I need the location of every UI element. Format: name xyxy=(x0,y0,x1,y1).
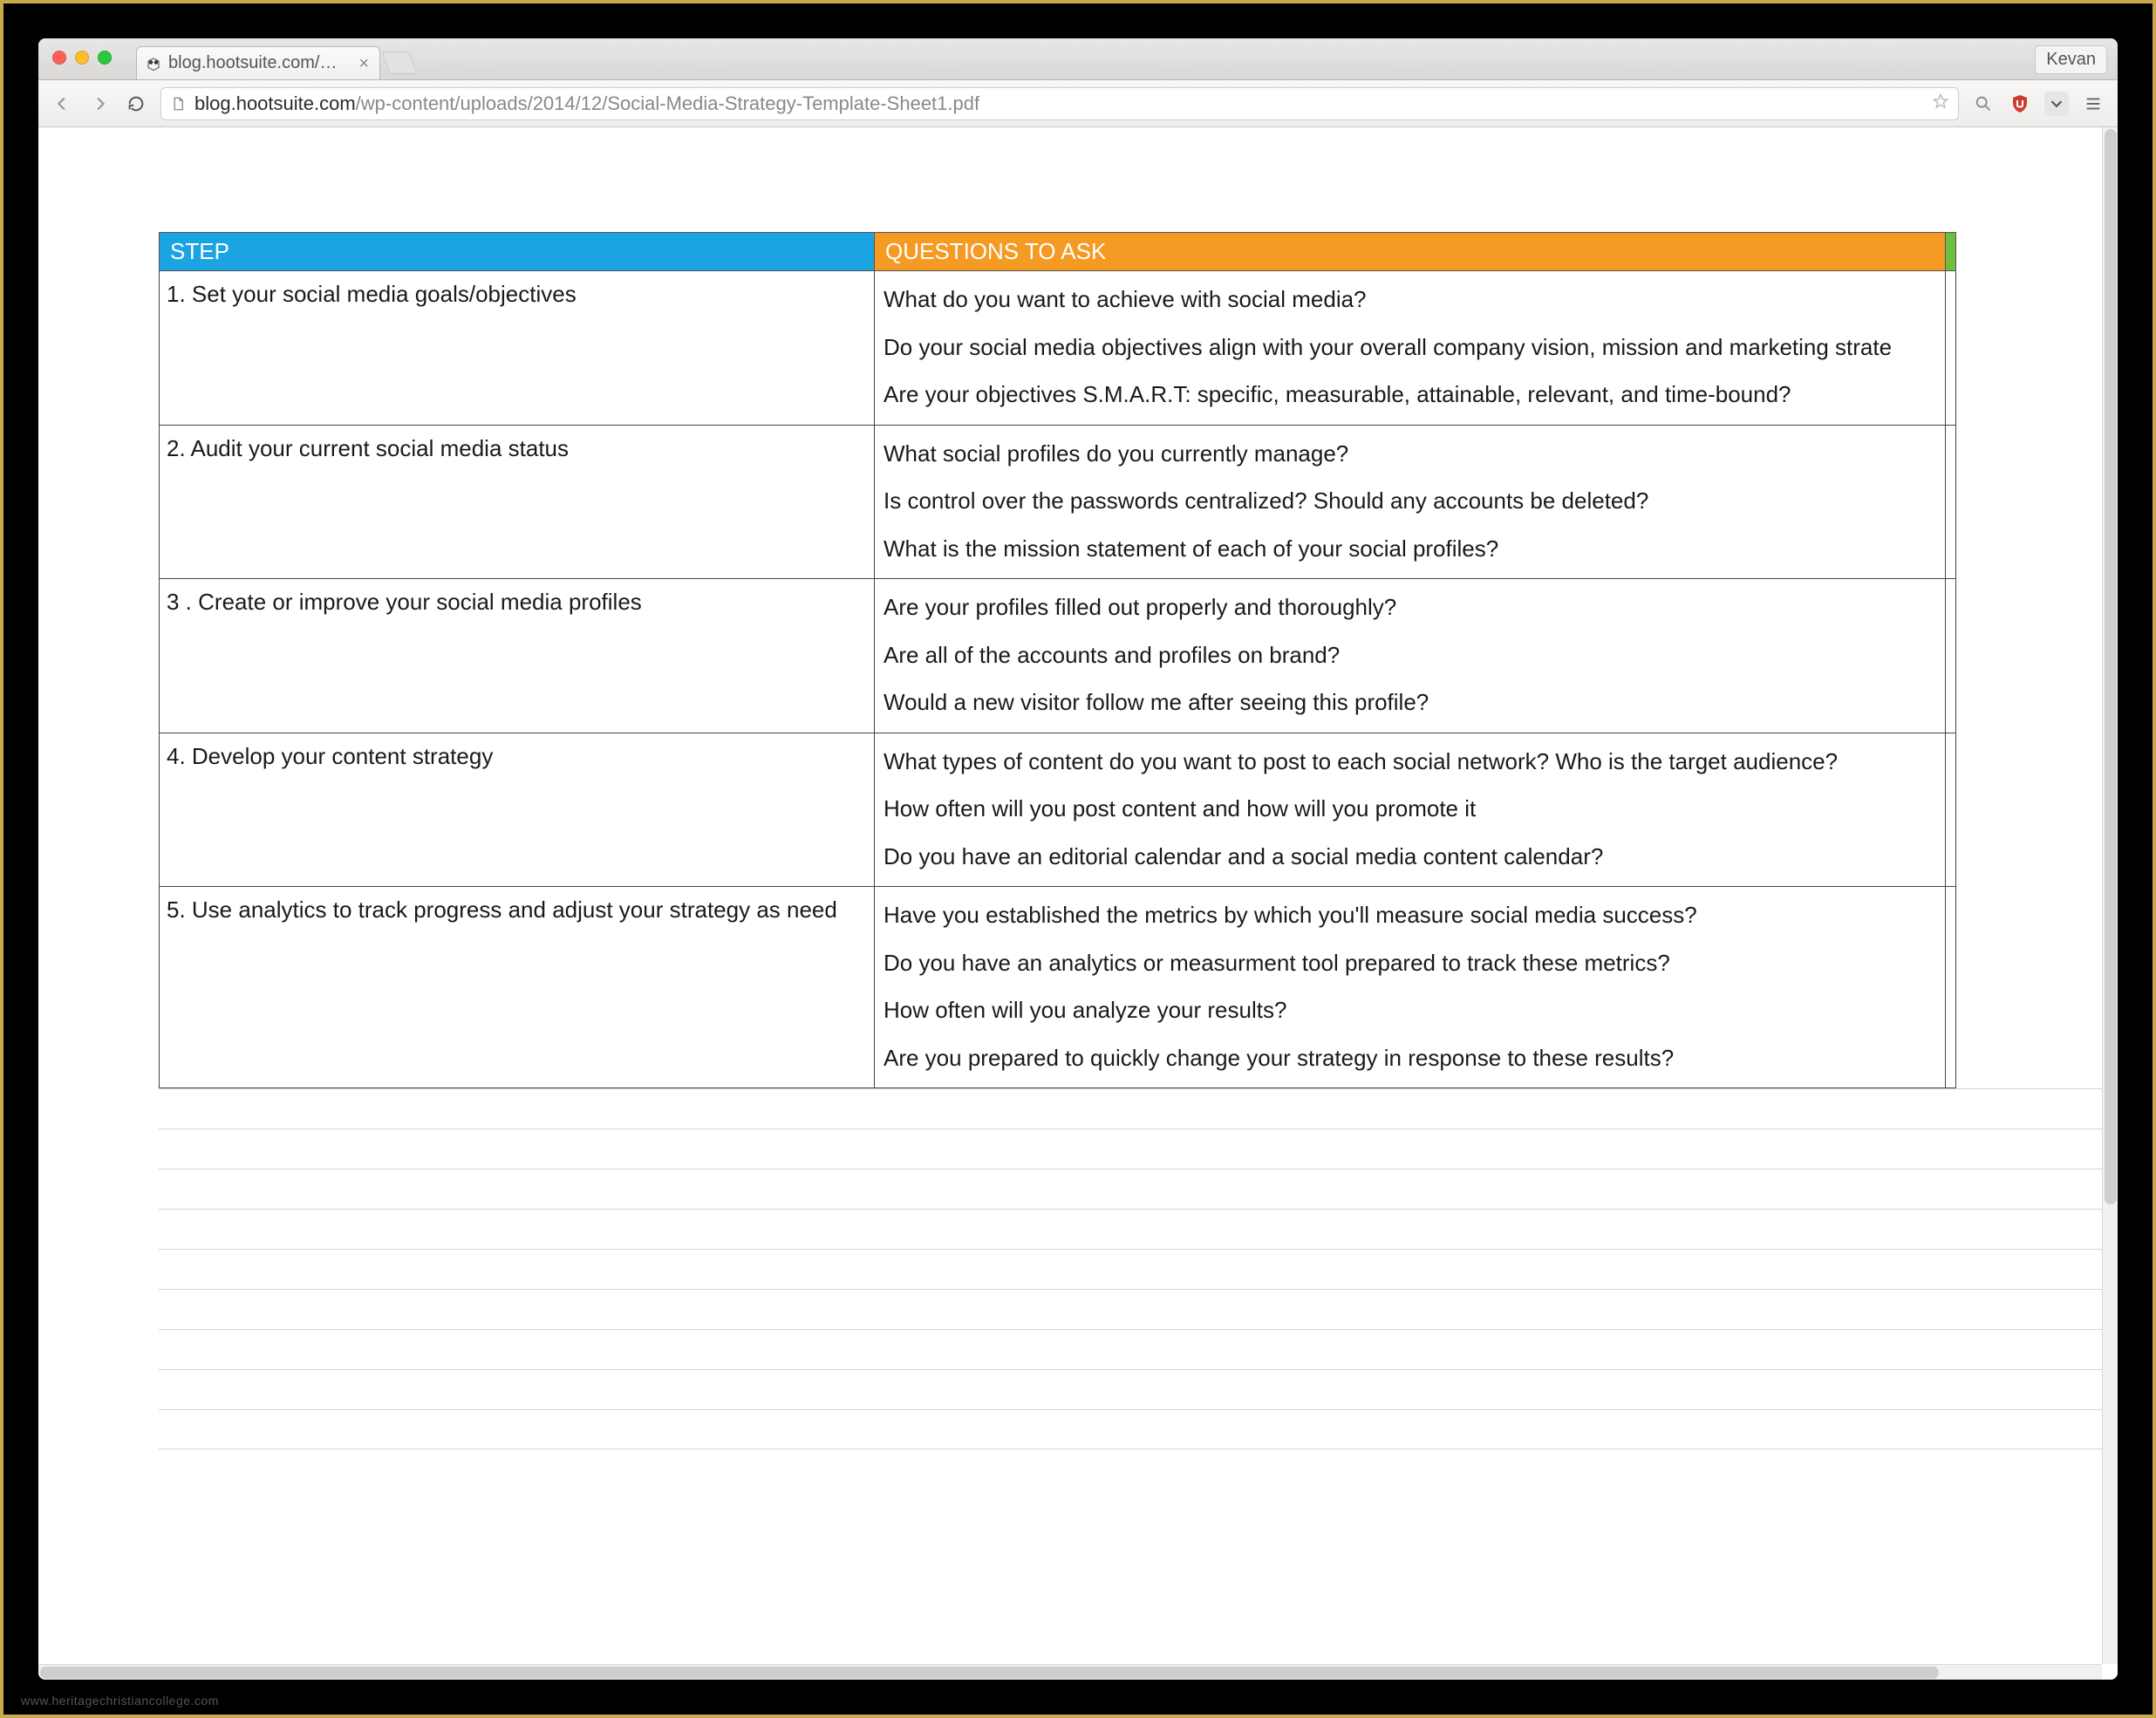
question-line: Do you have an analytics or measurment t… xyxy=(875,942,1945,990)
peek-cell xyxy=(1946,887,1956,1088)
question-line: Are all of the accounts and profiles on … xyxy=(875,634,1945,682)
page-icon xyxy=(170,96,186,112)
table-row: 5. Use analytics to track progress and a… xyxy=(160,887,1956,1088)
toolbar: blog.hootsuite.com/wp-content/uploads/20… xyxy=(38,80,2118,127)
url-path: /wp-content/uploads/2014/12/Social-Media… xyxy=(356,92,979,114)
traffic-lights xyxy=(52,51,112,65)
question-line: How often will you analyze your results? xyxy=(875,989,1945,1037)
vertical-scrollbar[interactable] xyxy=(2102,127,2118,1664)
question-line: Is control over the passwords centralize… xyxy=(875,480,1945,528)
watermark-text: www.heritagechristiancollege.com xyxy=(21,1694,219,1708)
question-line: Are your profiles filled out properly an… xyxy=(875,586,1945,634)
table-row: 4. Develop your content strategyWhat typ… xyxy=(160,733,1956,887)
ublock-icon[interactable] xyxy=(2008,92,2032,116)
empty-row xyxy=(159,1088,2118,1128)
empty-row xyxy=(159,1289,2118,1329)
question-line: How often will you post content and how … xyxy=(875,787,1945,835)
tab-title: blog.hootsuite.com/wp-co xyxy=(168,53,343,73)
question-line: What do you want to achieve with social … xyxy=(875,278,1945,326)
step-cell: 5. Use analytics to track progress and a… xyxy=(160,887,874,934)
empty-row xyxy=(159,1249,2118,1289)
empty-row xyxy=(159,1409,2118,1449)
window-close-button[interactable] xyxy=(52,51,66,65)
peek-cell xyxy=(1946,271,1956,426)
question-line: What types of content do you want to pos… xyxy=(875,740,1945,788)
peek-cell xyxy=(1946,425,1956,579)
step-cell: 3 . Create or improve your social media … xyxy=(160,579,874,626)
peek-cell xyxy=(1946,733,1956,887)
pdf-page: STEP QUESTIONS TO ASK 1. Set your social… xyxy=(38,127,2118,1449)
reload-button[interactable] xyxy=(124,92,148,116)
browser-window: blog.hootsuite.com/wp-co × Kevan blog.ho… xyxy=(38,38,2118,1680)
question-line: Have you established the metrics by whic… xyxy=(875,894,1945,942)
window-minimize-button[interactable] xyxy=(75,51,89,65)
pdf-viewport: STEP QUESTIONS TO ASK 1. Set your social… xyxy=(38,127,2118,1680)
profile-badge[interactable]: Kevan xyxy=(2035,45,2107,74)
url-text: blog.hootsuite.com/wp-content/uploads/20… xyxy=(194,92,979,115)
table-row: 1. Set your social media goals/objective… xyxy=(160,271,1956,426)
bookmark-star-icon[interactable] xyxy=(1932,92,1949,114)
questions-cell: What types of content do you want to pos… xyxy=(875,733,1945,887)
question-line: Are you prepared to quickly change your … xyxy=(875,1037,1945,1085)
horizontal-scrollbar[interactable] xyxy=(38,1664,2102,1680)
peek-cell xyxy=(1946,579,1956,733)
questions-cell: Are your profiles filled out properly an… xyxy=(875,579,1945,733)
step-cell: 4. Develop your content strategy xyxy=(160,733,874,781)
header-questions: QUESTIONS TO ASK xyxy=(875,233,1946,271)
question-line: Would a new visitor follow me after seei… xyxy=(875,681,1945,729)
pocket-icon[interactable] xyxy=(2044,92,2069,116)
forward-button[interactable] xyxy=(87,92,112,116)
question-line: Do your social media objectives align wi… xyxy=(875,326,1945,374)
new-tab-button[interactable] xyxy=(381,51,417,74)
hamburger-menu-icon[interactable] xyxy=(2081,92,2105,116)
question-line: Do you have an editorial calendar and a … xyxy=(875,835,1945,883)
table-row: 3 . Create or improve your social media … xyxy=(160,579,1956,733)
empty-row xyxy=(159,1329,2118,1369)
empty-spreadsheet-rows xyxy=(159,1088,2118,1449)
question-line: What is the mission statement of each of… xyxy=(875,528,1945,576)
question-line: What social profiles do you currently ma… xyxy=(875,433,1945,481)
vertical-scrollbar-thumb[interactable] xyxy=(2105,129,2117,1204)
questions-cell: Have you established the metrics by whic… xyxy=(875,887,1945,1087)
browser-tab[interactable]: blog.hootsuite.com/wp-co × xyxy=(136,46,380,79)
titlebar: blog.hootsuite.com/wp-co × Kevan xyxy=(38,38,2118,80)
empty-row xyxy=(159,1369,2118,1409)
owl-icon xyxy=(146,56,161,72)
horizontal-scrollbar-thumb[interactable] xyxy=(40,1667,1939,1679)
zoom-magnifier-icon[interactable] xyxy=(1971,92,1996,116)
questions-cell: What social profiles do you currently ma… xyxy=(875,426,1945,579)
empty-row xyxy=(159,1209,2118,1249)
window-zoom-button[interactable] xyxy=(98,51,112,65)
strategy-table: STEP QUESTIONS TO ASK 1. Set your social… xyxy=(159,232,1956,1088)
step-cell: 1. Set your social media goals/objective… xyxy=(160,271,874,318)
step-cell: 2. Audit your current social media statu… xyxy=(160,426,874,473)
question-line: Are your objectives S.M.A.R.T: specific,… xyxy=(875,373,1945,421)
table-row: 2. Audit your current social media statu… xyxy=(160,425,1956,579)
empty-row xyxy=(159,1128,2118,1169)
header-next-column-peek xyxy=(1946,233,1956,271)
url-domain: blog.hootsuite.com xyxy=(194,92,356,114)
back-button[interactable] xyxy=(51,92,75,116)
close-tab-icon[interactable]: × xyxy=(358,55,369,72)
empty-row xyxy=(159,1169,2118,1209)
questions-cell: What do you want to achieve with social … xyxy=(875,271,1945,425)
address-bar[interactable]: blog.hootsuite.com/wp-content/uploads/20… xyxy=(160,87,1959,120)
header-step: STEP xyxy=(160,233,875,271)
